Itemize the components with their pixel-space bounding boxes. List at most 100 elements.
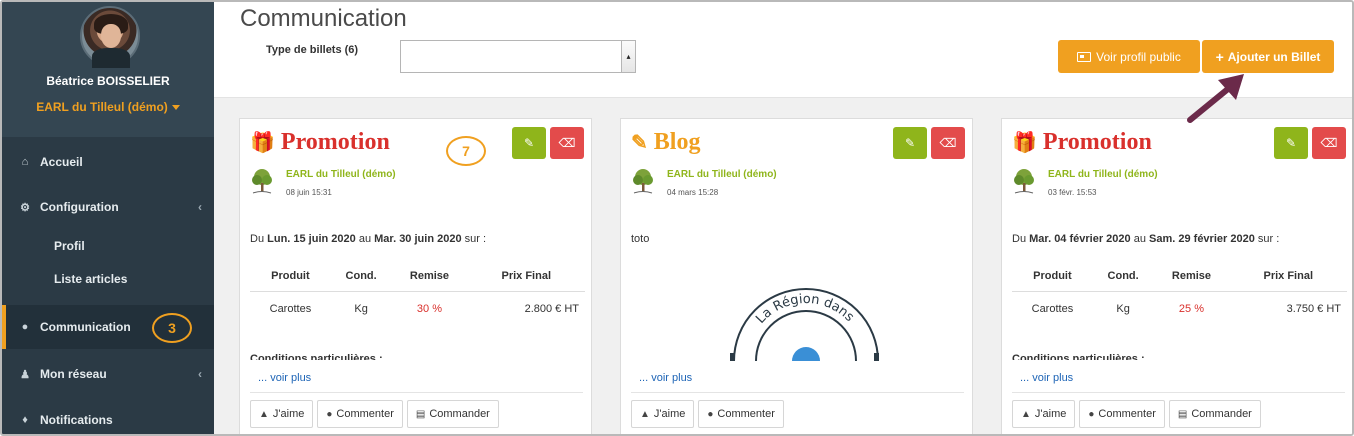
delete-button[interactable]: ⌫ (1312, 127, 1346, 159)
pencil-icon: ✎ (631, 132, 648, 154)
pencil-icon: ✎ (904, 136, 916, 150)
divider (250, 392, 583, 393)
filter-label: Type de billets (6) (266, 44, 359, 56)
card-type: Blog (653, 129, 701, 155)
card-title: ✎ Blog (631, 129, 700, 156)
org-switcher[interactable]: EARL du Tilleul (démo) (2, 100, 214, 114)
nav-item-notifications[interactable]: ♦ Notifications (2, 398, 214, 434)
thumbs-up-icon: ▲ (259, 408, 269, 420)
basket-icon: ▤ (1177, 408, 1188, 420)
post-date: 03 févr. 15:53 (1048, 188, 1097, 197)
conditions-label: Conditions particulières : (1012, 353, 1145, 360)
card-type: Promotion (280, 129, 390, 155)
post-card: 🎁 Promotion ✎ ⌫ EARL du Tilleul (démo) 0… (239, 118, 592, 434)
delete-button[interactable]: ⌫ (931, 127, 965, 159)
col-header: Remise (1153, 261, 1230, 292)
tree-logo (633, 169, 653, 194)
like-button[interactable]: ▲ J'aime (1012, 400, 1076, 428)
pencil-icon: ✎ (1285, 136, 1297, 150)
nav-item-mon-reseau[interactable]: ♟ Mon réseau ‹ (2, 352, 214, 396)
card-type: Promotion (1042, 129, 1152, 155)
comment-button[interactable]: ● Commenter (317, 400, 403, 428)
comments-icon: ● (707, 408, 714, 420)
caret-down-icon (171, 105, 180, 111)
order-button[interactable]: ▤ Commander (406, 400, 499, 428)
order-button[interactable]: ▤ Commander (1168, 400, 1261, 428)
nav-label: Mon réseau (40, 367, 107, 381)
add-ticket-button[interactable]: + Ajouter un Billet (1202, 40, 1334, 73)
cogs-icon: ⚙ (20, 201, 30, 214)
author-link[interactable]: EARL du Tilleul (démo) (286, 169, 396, 180)
see-more-link[interactable]: ... voir plus (1020, 372, 1073, 384)
col-header: Remise (391, 261, 468, 292)
network-icon: ♟ (20, 368, 30, 381)
final-price-cell: 2.800 € HT (524, 302, 579, 315)
divider (1012, 392, 1345, 393)
col-header: Prix Final (1229, 261, 1347, 292)
blog-text: toto (631, 233, 650, 245)
nav-label: Accueil (40, 155, 83, 169)
post-date: 04 mars 15:28 (667, 188, 719, 197)
see-more-link[interactable]: ... voir plus (258, 372, 311, 384)
comment-button[interactable]: ● Commenter (1079, 400, 1165, 428)
page-title: Communication (240, 5, 407, 32)
promo-period: Du Lun. 15 juin 2020 au Mar. 30 juin 202… (250, 233, 487, 245)
tree-logo (1014, 169, 1034, 194)
button-label: Voir profil public (1096, 49, 1181, 64)
card-title: 🎁 Promotion (250, 129, 390, 156)
org-name: EARL du Tilleul (démo) (36, 100, 168, 114)
discount-cell: 25 % (1178, 302, 1204, 315)
card-actions: ▲ J'aime ● Commenter (631, 400, 784, 428)
card-title: 🎁 Promotion (1012, 129, 1152, 156)
plus-icon: + (1215, 48, 1224, 65)
thumbs-up-icon: ▲ (1021, 408, 1031, 420)
col-header: Cond. (1092, 261, 1154, 292)
nav-item-accueil[interactable]: ⌂ Accueil (2, 140, 214, 184)
trash-icon: ⌫ (558, 136, 576, 150)
promo-table: Produit Cond. Remise Prix Final Carottes… (250, 261, 585, 326)
col-header: Cond. (330, 261, 392, 292)
edit-button[interactable]: ✎ (512, 127, 546, 159)
comment-button[interactable]: ● Commenter (698, 400, 784, 428)
step-badge-7: 7 (446, 136, 486, 166)
like-button[interactable]: ▲ J'aime (631, 400, 695, 428)
user-name: Béatrice BOISSELIER (46, 74, 170, 88)
trash-icon: ⌫ (1320, 136, 1338, 150)
card-actions: ▲ J'aime ● Commenter ▤ Commander (250, 400, 499, 428)
comments-icon: ● (326, 408, 333, 420)
delete-button[interactable]: ⌫ (550, 127, 584, 159)
see-more-link[interactable]: ... voir plus (639, 372, 692, 384)
button-label: Ajouter un Billet (1227, 49, 1321, 64)
table-row: Carottes Kg 30 % 2.800 € HT (250, 291, 585, 326)
ticket-type-select[interactable]: ▴ (400, 40, 636, 73)
comments-icon: ● (1088, 408, 1095, 420)
edit-button[interactable]: ✎ (893, 127, 927, 159)
nav-item-liste-articles[interactable]: Liste articles (2, 264, 214, 294)
product-cell: Carottes (1031, 302, 1074, 315)
edit-button[interactable]: ✎ (1274, 127, 1308, 159)
thumbs-up-icon: ▲ (640, 408, 650, 420)
like-button[interactable]: ▲ J'aime (250, 400, 314, 428)
avatar[interactable] (80, 6, 140, 68)
discount-cell: 30 % (416, 302, 442, 315)
nav-item-configuration[interactable]: ⚙ Configuration ‹ (2, 185, 214, 229)
trash-icon: ⌫ (939, 136, 957, 150)
author-link[interactable]: EARL du Tilleul (démo) (667, 169, 777, 180)
step-badge-3: 3 (152, 313, 192, 343)
promo-table: Produit Cond. Remise Prix Final Carottes… (1012, 261, 1347, 326)
author-link[interactable]: EARL du Tilleul (démo) (1048, 169, 1158, 180)
annotation-arrow-icon (1187, 74, 1244, 123)
divider (631, 392, 964, 393)
nav-label: Configuration (40, 200, 119, 214)
view-public-profile-button[interactable]: Voir profil public (1058, 40, 1200, 73)
gift-icon: 🎁 (1012, 132, 1037, 154)
cond-cell: Kg (354, 302, 368, 315)
product-cell: Carottes (269, 302, 312, 315)
post-card: ✎ Blog ✎ ⌫ EARL du Tilleul (démo) 04 mar… (620, 118, 973, 434)
nav-item-profil[interactable]: Profil (2, 231, 214, 261)
conditions-label: Conditions particulières : (250, 353, 383, 360)
home-icon: ⌂ (21, 156, 29, 168)
basket-icon: ▤ (415, 408, 426, 420)
tree-logo (252, 169, 272, 194)
profile-panel: Béatrice BOISSELIER EARL du Tilleul (dém… (2, 2, 214, 137)
